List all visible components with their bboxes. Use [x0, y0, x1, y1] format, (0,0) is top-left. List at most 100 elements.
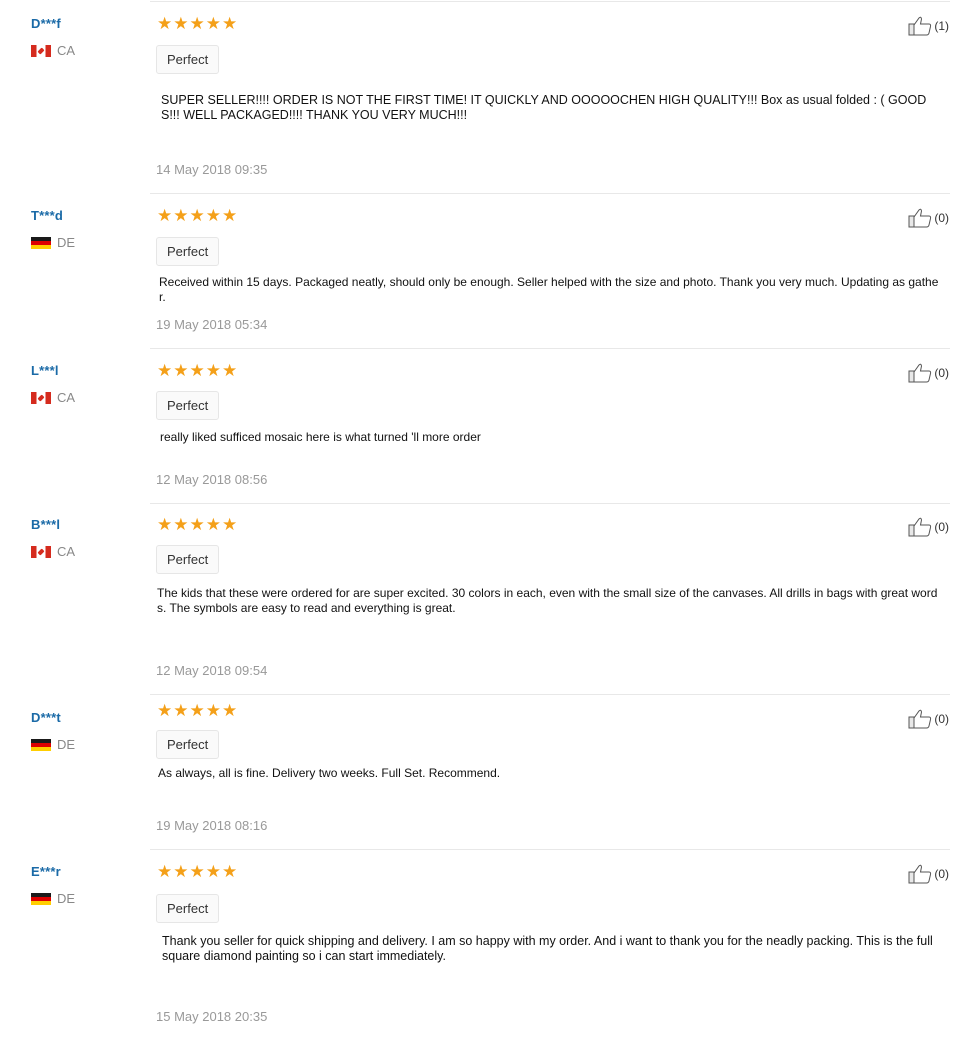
- star-icon: ★: [189, 862, 205, 881]
- country-code: CA: [57, 544, 76, 559]
- reviewer-country: DE: [31, 891, 141, 906]
- review-date: 14 May 2018 09:35: [156, 162, 268, 177]
- review-tag: Perfect: [156, 45, 220, 74]
- star-icon: ★: [173, 701, 189, 720]
- helpful-button[interactable]: (1): [908, 16, 949, 36]
- country-code: CA: [57, 43, 76, 58]
- review-item: T***d DE ★ ★ ★ ★ ★ (0) Perfect Received with…: [0, 206, 977, 349]
- helpful-count: (0): [934, 211, 949, 225]
- reviewer-name[interactable]: D***f: [31, 16, 141, 31]
- country-code: DE: [57, 235, 76, 250]
- helpful-button[interactable]: (0): [908, 864, 949, 884]
- reviewer-name[interactable]: T***d: [31, 208, 141, 223]
- review-date: 19 May 2018 05:34: [156, 317, 268, 332]
- star-rating: ★ ★ ★ ★ ★: [157, 515, 238, 534]
- reviewer-info: B***l CA: [31, 517, 141, 559]
- review-text: The kids that these were ordered for are…: [157, 586, 938, 615]
- star-icon: ★: [205, 701, 221, 720]
- reviewer-info: T***d DE: [31, 208, 141, 250]
- review-tag: Perfect: [156, 237, 220, 266]
- star-icon: ★: [173, 515, 189, 534]
- country-code: CA: [57, 390, 76, 405]
- star-icon: ★: [205, 361, 221, 380]
- reviewer-info: D***t DE: [31, 703, 141, 752]
- star-icon: ★: [222, 206, 238, 225]
- divider: [150, 348, 950, 349]
- helpful-count: (0): [934, 520, 949, 534]
- germany-flag-icon: [31, 892, 51, 905]
- helpful-count: (1): [934, 19, 949, 33]
- review-tag: Perfect: [156, 894, 220, 923]
- helpful-count: (0): [934, 712, 949, 726]
- review-text: Thank you seller for quick shipping and …: [162, 934, 933, 963]
- helpful-count: (0): [934, 366, 949, 380]
- star-icon: ★: [157, 515, 173, 534]
- divider: [150, 193, 950, 194]
- thumbs-up-icon: [908, 16, 932, 36]
- star-icon: ★: [222, 515, 238, 534]
- country-code: DE: [57, 891, 76, 906]
- review-text: really liked sufficed mosaic here is wha…: [160, 430, 481, 444]
- review-date: 12 May 2018 09:54: [156, 663, 268, 678]
- helpful-button[interactable]: (0): [908, 363, 949, 383]
- canada-flag-icon: [31, 391, 51, 404]
- star-icon: ★: [173, 14, 189, 33]
- star-icon: ★: [173, 206, 189, 225]
- star-icon: ★: [173, 862, 189, 881]
- divider: [150, 694, 950, 695]
- star-icon: ★: [205, 14, 221, 33]
- reviewer-name[interactable]: L***l: [31, 363, 141, 378]
- helpful-button[interactable]: (0): [908, 208, 949, 228]
- star-icon: ★: [222, 701, 238, 720]
- review-tag: Perfect: [156, 730, 220, 759]
- reviewer-name[interactable]: D***t: [31, 710, 141, 725]
- review-tag: Perfect: [156, 545, 220, 574]
- star-icon: ★: [205, 862, 221, 881]
- review-tag: Perfect: [156, 391, 220, 420]
- review-item: B***l CA ★ ★ ★ ★ ★ (0) Perfect The kids that…: [0, 515, 977, 695]
- thumbs-up-icon: [908, 709, 932, 729]
- star-rating: ★ ★ ★ ★ ★: [157, 862, 238, 881]
- star-icon: ★: [157, 862, 173, 881]
- thumbs-up-icon: [908, 208, 932, 228]
- review-date: 15 May 2018 20:35: [156, 1009, 268, 1024]
- review-text: As always, all is fine. Delivery two wee…: [158, 766, 501, 780]
- divider: [150, 1, 950, 2]
- helpful-button[interactable]: (0): [908, 709, 949, 729]
- reviewer-country: DE: [31, 235, 141, 250]
- star-rating: ★ ★ ★ ★ ★: [157, 361, 237, 380]
- star-rating: ★ ★ ★ ★ ★: [157, 701, 238, 720]
- germany-flag-icon: [31, 236, 51, 249]
- review-item: D***t DE ★ ★ ★ ★ ★ (0) Perfect As always, al…: [0, 701, 977, 850]
- country-code: DE: [57, 737, 76, 752]
- thumbs-up-icon: [908, 363, 932, 383]
- star-icon: ★: [205, 515, 221, 534]
- review-date: 12 May 2018 08:56: [156, 472, 268, 487]
- star-rating: ★ ★ ★ ★ ★: [157, 206, 238, 225]
- helpful-count: (0): [934, 867, 949, 881]
- star-icon: ★: [205, 206, 221, 225]
- review-date: 19 May 2018 08:16: [156, 818, 268, 833]
- review-item: D***f CA ★ ★ ★ ★ ★ (1) Perfect SUPER SELLER!…: [0, 14, 977, 194]
- star-icon: ★: [157, 14, 173, 33]
- reviewer-info: D***f CA: [31, 16, 141, 58]
- star-icon: ★: [222, 862, 238, 881]
- star-icon: ★: [157, 701, 173, 720]
- canada-flag-icon: [31, 44, 51, 57]
- star-icon: ★: [189, 515, 205, 534]
- star-icon: ★: [157, 206, 173, 225]
- canada-flag-icon: [31, 545, 51, 558]
- reviewer-country: CA: [31, 544, 141, 559]
- review-item: E***r DE ★ ★ ★ ★ ★ (0) Perfect Thank you sel…: [0, 862, 977, 1034]
- helpful-button[interactable]: (0): [908, 517, 949, 537]
- reviewer-name[interactable]: E***r: [31, 864, 141, 879]
- reviewer-country: CA: [31, 43, 141, 58]
- star-rating: ★ ★ ★ ★ ★: [157, 14, 237, 33]
- thumbs-up-icon: [908, 517, 932, 537]
- reviewer-name[interactable]: B***l: [31, 517, 141, 532]
- thumbs-up-icon: [908, 864, 932, 884]
- germany-flag-icon: [31, 738, 51, 751]
- reviewer-info: E***r DE: [31, 864, 141, 906]
- star-icon: ★: [157, 361, 173, 380]
- star-icon: ★: [189, 14, 205, 33]
